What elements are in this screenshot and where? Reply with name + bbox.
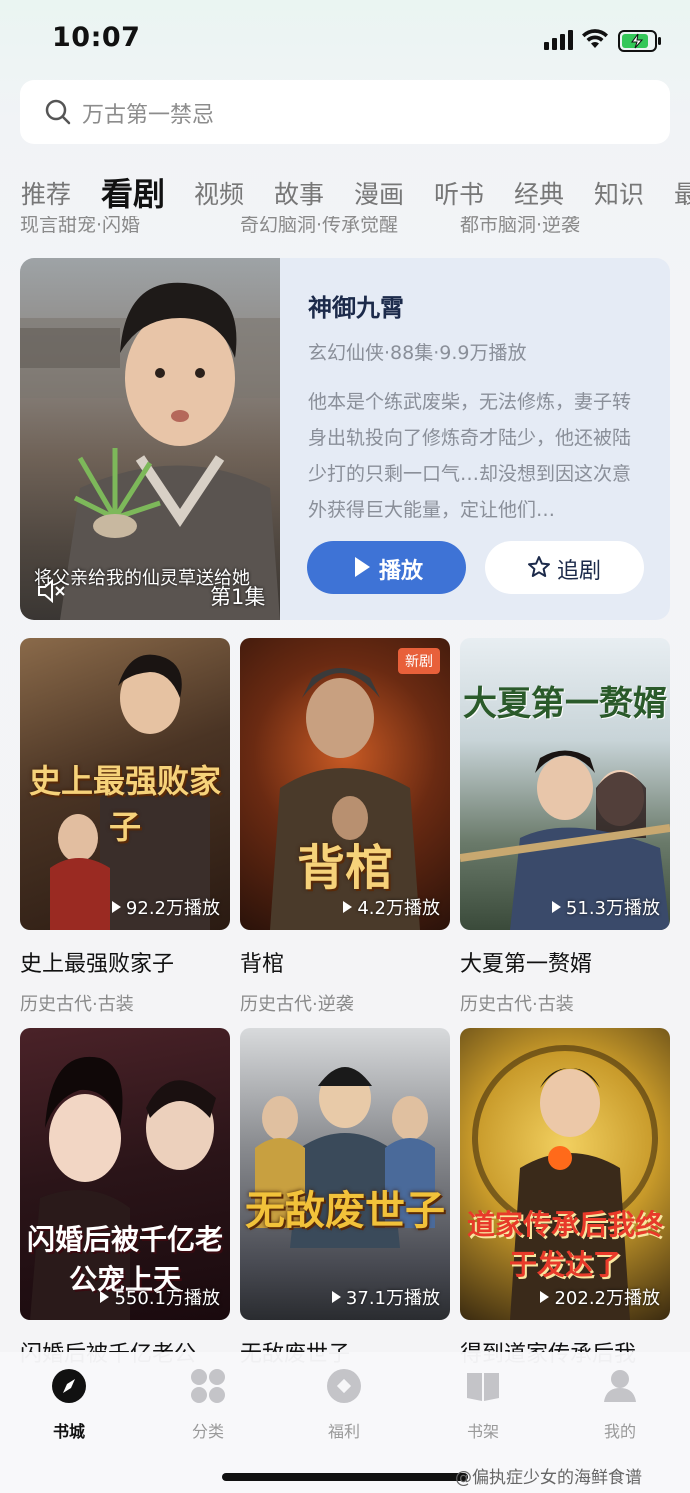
poster-title-art: 无敌废世子 — [245, 1187, 445, 1234]
drama-card[interactable]: 史上最强败家子 92.2万播放 史上最强败家子 历史古代·古装 — [20, 638, 230, 1016]
drama-tags: 历史古代·古装 — [20, 994, 134, 1015]
drama-tags: 历史古代·逆袭 — [240, 994, 354, 1015]
drama-card[interactable]: 道家传承后我终于发达了 202.2万播放 得到道家传承后我 — [460, 1028, 670, 1380]
tab-classic[interactable]: 经典 — [514, 175, 564, 211]
tab-audiobook[interactable]: 听书 — [434, 175, 484, 211]
drama-poster[interactable]: 大夏第一赘婿 51.3万播放 — [460, 638, 670, 930]
nav-bookshelf[interactable]: 书架 — [443, 1368, 523, 1442]
battery-charging-icon — [618, 30, 661, 52]
drama-poster[interactable]: 道家传承后我终于发达了 202.2万播放 — [460, 1028, 670, 1320]
sub-tag-row: 现言甜宠·闪婚 奇幻脑洞·传承觉醒 都市脑洞·逆袭 — [0, 216, 690, 240]
star-icon — [528, 556, 550, 577]
nav-bookstore[interactable]: 书城 — [29, 1368, 109, 1442]
drama-card[interactable]: 大夏第一赘婿 51.3万播放 大夏第一赘婿 历史古代·古装 — [460, 638, 670, 1016]
episode-label: 第1集 — [210, 585, 266, 609]
nav-rewards[interactable]: 福利 — [304, 1368, 384, 1442]
drama-card[interactable]: 闪婚后被千亿老公宠上天 550.1万播放 闪婚后被千亿老公 — [20, 1028, 230, 1380]
featured-video-preview[interactable]: 将父亲给我的仙灵草送给她 第1集 — [20, 258, 280, 620]
sub-tag[interactable]: 现言甜宠·闪婚 — [20, 216, 140, 237]
tab-drama[interactable]: 看剧 — [101, 169, 165, 215]
status-time: 10:07 — [52, 22, 141, 53]
play-count: 51.3万播放 — [551, 894, 660, 920]
poster-title-art: 背棺 — [296, 840, 393, 896]
tab-recommend[interactable]: 推荐 — [21, 175, 71, 211]
poster-title-art: 大夏第一赘婿 — [463, 684, 667, 724]
featured-title[interactable]: 神御九霄 — [308, 288, 404, 323]
person-icon — [604, 1370, 636, 1402]
search-bar[interactable]: 万古第一禁忌 — [20, 80, 670, 144]
play-count: 202.2万播放 — [540, 1284, 660, 1310]
mute-icon[interactable] — [36, 578, 66, 604]
grid-icon — [191, 1369, 225, 1403]
tab-knowledge[interactable]: 知识 — [594, 175, 644, 211]
drama-card[interactable]: 无敌废世子 37.1万播放 无敌废世子 — [240, 1028, 450, 1380]
nav-category[interactable]: 分类 — [168, 1368, 248, 1442]
status-bar: 10:07 — [0, 0, 690, 80]
drama-title[interactable]: 史上最强败家子 — [20, 946, 230, 978]
drama-poster[interactable]: 闪婚后被千亿老公宠上天 550.1万播放 — [20, 1028, 230, 1320]
book-icon — [467, 1373, 499, 1401]
play-count: 92.2万播放 — [111, 894, 220, 920]
drama-poster[interactable]: 史上最强败家子 92.2万播放 — [20, 638, 230, 930]
play-count: 4.2万播放 — [343, 894, 440, 920]
play-button[interactable]: 播放 — [307, 541, 466, 594]
watermark: @偏执症少女的海鲜食谱 — [455, 1468, 642, 1488]
coin-icon — [327, 1369, 361, 1403]
play-count: 550.1万播放 — [100, 1284, 220, 1310]
sub-tag[interactable]: 都市脑洞·逆袭 — [460, 216, 580, 237]
tab-story[interactable]: 故事 — [274, 175, 324, 211]
play-icon — [355, 557, 370, 577]
drama-card[interactable]: 新剧 背棺 4.2万播放 背棺 历史古代·逆袭 — [240, 638, 450, 1016]
featured-meta: 玄幻仙侠·88集·9.9万播放 — [308, 342, 527, 364]
featured-drama-card[interactable]: 将父亲给我的仙灵草送给她 第1集 神御九霄 玄幻仙侠·88集·9.9万播放 他本… — [20, 258, 670, 620]
poster-figures — [255, 1067, 435, 1248]
category-tabs: 推荐 看剧 视频 故事 漫画 听书 经典 知识 最 — [0, 165, 690, 221]
drama-tags: 历史古代·古装 — [460, 994, 574, 1015]
search-placeholder: 万古第一禁忌 — [82, 103, 215, 128]
wifi-icon — [582, 29, 608, 48]
tab-more[interactable]: 最 — [674, 175, 690, 211]
cellular-signal-icon — [544, 30, 574, 50]
tab-video[interactable]: 视频 — [194, 175, 244, 211]
drama-poster[interactable]: 无敌废世子 37.1万播放 — [240, 1028, 450, 1320]
home-indicator — [222, 1473, 468, 1481]
new-badge: 新剧 — [398, 648, 440, 674]
featured-description: 他本是个练武废柴，无法修炼，妻子转身出轨投向了修炼奇才陆少，他还被陆少打的只剩一… — [308, 391, 632, 521]
search-icon — [45, 99, 71, 125]
compass-icon — [52, 1369, 86, 1403]
poster-title-art: 道家传承后我终于发达了 — [466, 1208, 663, 1281]
follow-button[interactable]: 追剧 — [485, 541, 644, 594]
play-count: 37.1万播放 — [331, 1284, 440, 1310]
sub-tag[interactable]: 奇幻脑洞·传承觉醒 — [240, 216, 398, 237]
tab-comic[interactable]: 漫画 — [354, 175, 404, 211]
drama-title[interactable]: 背棺 — [240, 946, 450, 978]
drama-poster[interactable]: 新剧 背棺 4.2万播放 — [240, 638, 450, 930]
drama-title[interactable]: 大夏第一赘婿 — [460, 946, 670, 978]
poster-title-art: 史上最强败家子 — [28, 762, 221, 846]
nav-profile[interactable]: 我的 — [580, 1368, 660, 1442]
